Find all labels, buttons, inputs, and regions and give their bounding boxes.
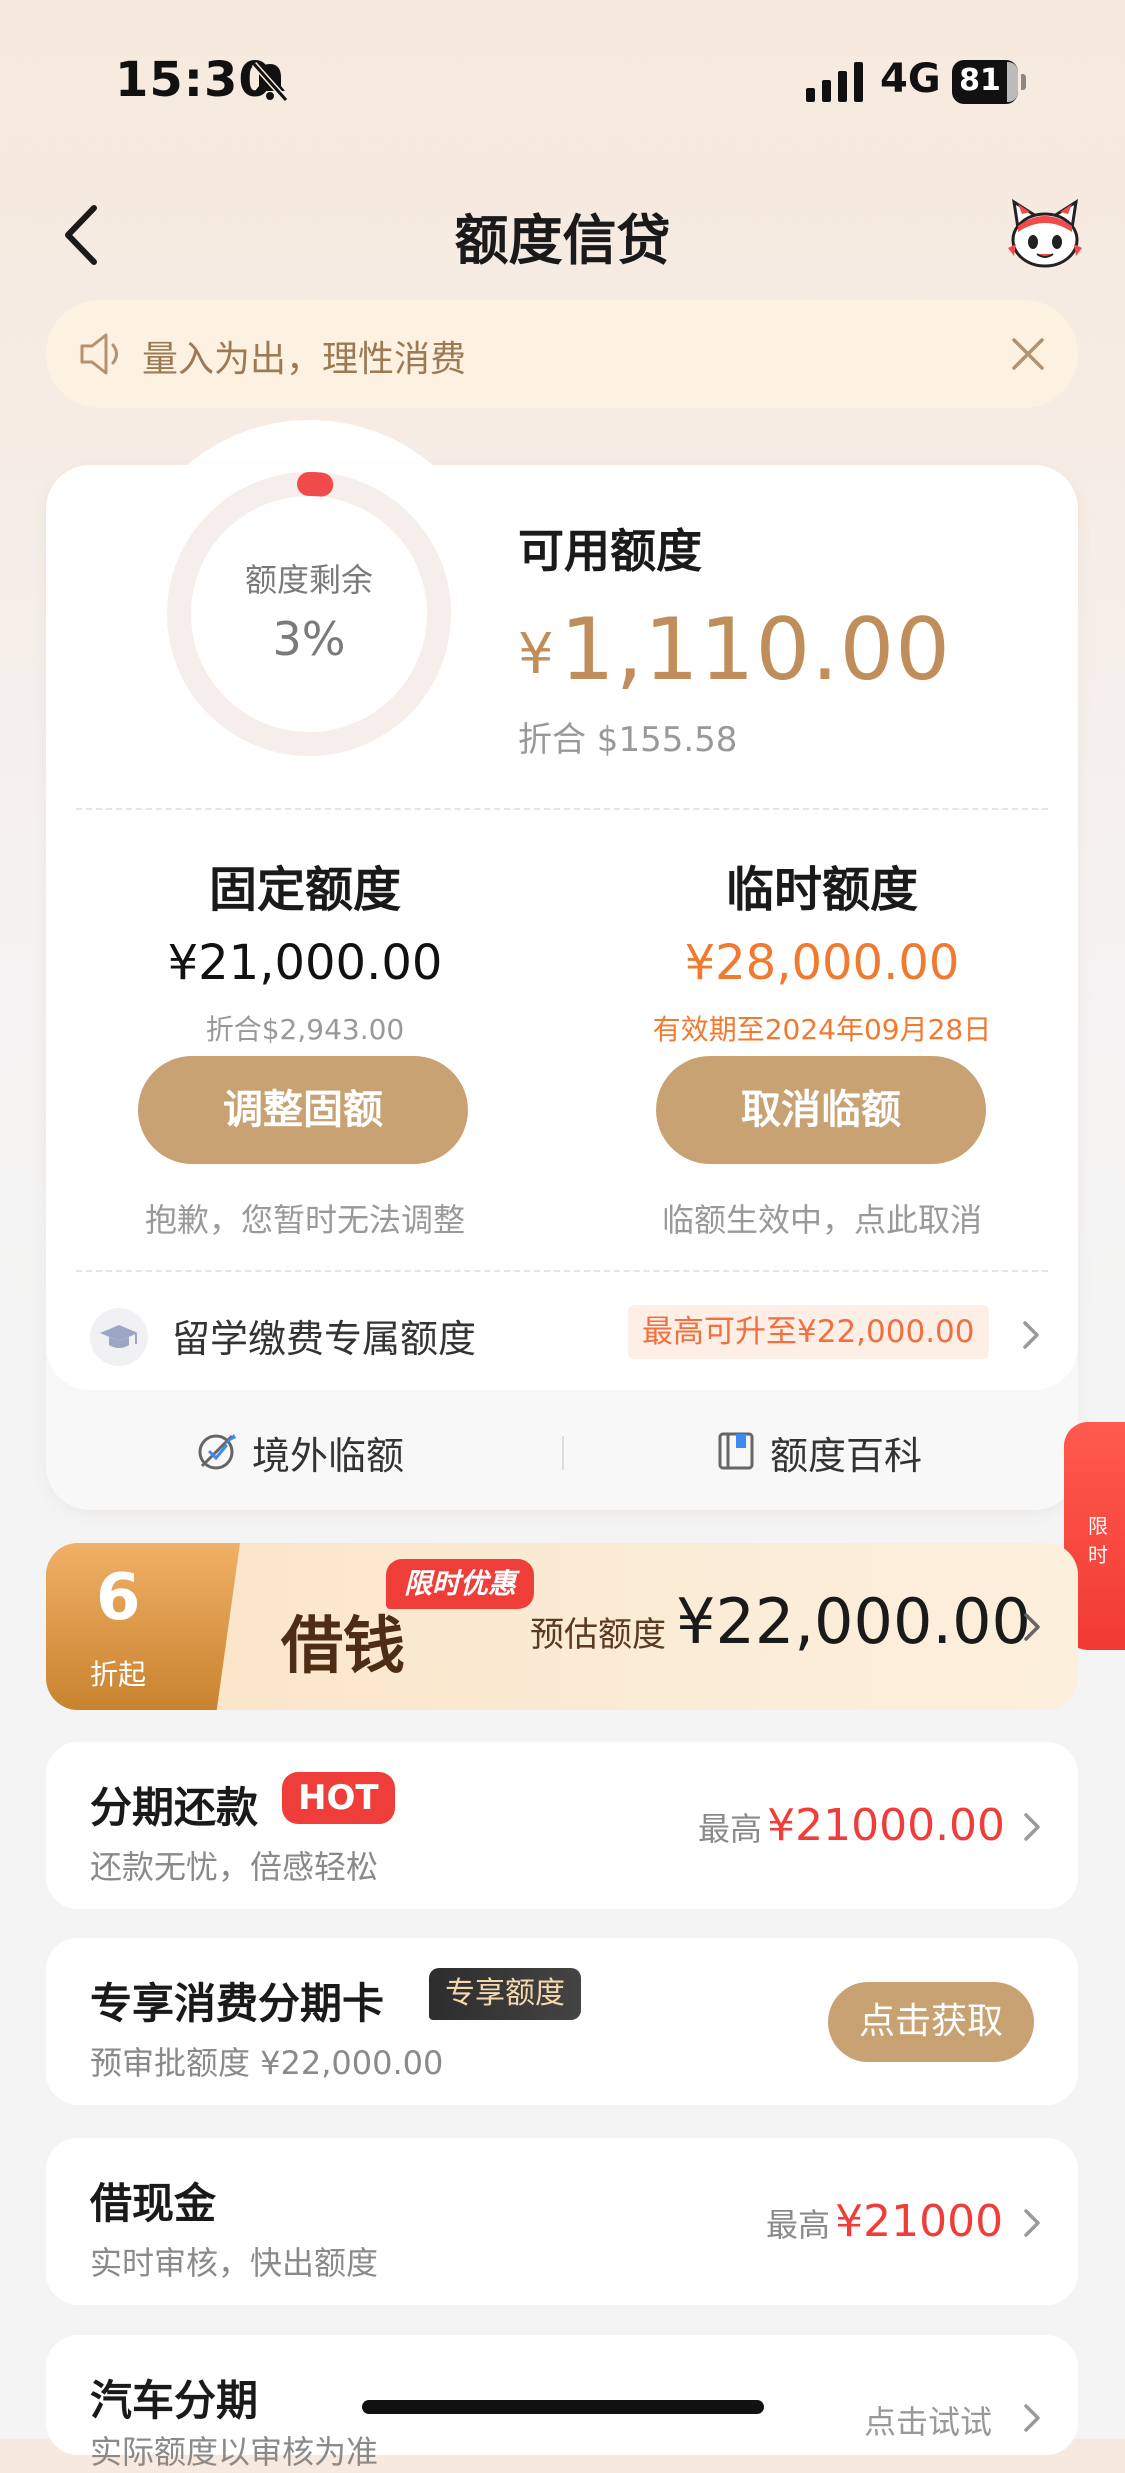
discount-suffix: 折起	[90, 1658, 147, 1691]
available-credit-equivalent: 折合 $155.58	[518, 720, 738, 760]
max-value: ¥21000.00	[767, 1800, 1006, 1851]
fixed-credit-equivalent: 折合$2,943.00	[205, 1013, 405, 1046]
available-credit-label: 可用额度	[518, 524, 702, 578]
product-subtitle: 预审批额度 ¥22,000.00	[90, 2044, 444, 2082]
product-title: 借现金	[90, 2179, 217, 2228]
get-now-button[interactable]: 点击获取	[828, 1982, 1034, 2062]
hot-badge: HOT	[282, 1772, 395, 1824]
temporary-credit-expiry: 有效期至2024年09月28日	[652, 1013, 992, 1046]
notice-bar: 量入为出，理性消费	[46, 300, 1078, 408]
max-amount-group: 最高 ¥21000.00	[698, 1800, 1005, 1851]
battery-level: 81	[959, 63, 1001, 98]
estimate-amount: ¥22,000.00	[676, 1585, 1031, 1658]
product-card-exclusive-installment[interactable]: 专享消费分期卡 专享额度 预审批额度 ¥22,000.00 点击获取	[46, 1938, 1078, 2105]
tab-credit-wiki[interactable]: 额度百科	[770, 1425, 922, 1480]
notice-text: 量入为出，理性消费	[142, 339, 467, 380]
divider	[76, 808, 1048, 810]
fixed-credit-note: 抱歉，您暂时无法调整	[144, 1201, 465, 1239]
product-title: 分期还款	[90, 1783, 259, 1832]
divider	[76, 1270, 1048, 1272]
mascot-icon[interactable]	[1004, 198, 1086, 272]
chevron-right-icon[interactable]	[1021, 1810, 1043, 1844]
temporary-credit-note[interactable]: 临额生效中，点此取消	[602, 1195, 1042, 1241]
chevron-right-icon[interactable]	[1020, 1318, 1042, 1352]
max-label: 最高	[766, 2206, 831, 2244]
available-credit-currency: ¥	[518, 622, 554, 687]
globe-plane-icon	[198, 1434, 236, 1470]
battery-icon: 81	[952, 60, 1028, 104]
tab-divider	[562, 1436, 564, 1470]
graduation-cap-icon	[90, 1308, 148, 1366]
tab-overseas-temporary[interactable]: 境外临额	[252, 1425, 404, 1480]
fixed-credit-amount: ¥21,000.00	[167, 935, 443, 991]
product-card-car-installment[interactable]: 汽车分期 实际额度以审核为准 点击试试	[46, 2335, 1078, 2471]
network-type: 4G	[880, 56, 941, 102]
product-card-installment-repay[interactable]: 分期还款 HOT 还款无忧，倍感轻松 最高 ¥21000.00	[46, 1742, 1078, 1909]
home-indicator[interactable]	[362, 2400, 764, 2414]
chevron-right-icon[interactable]	[1021, 2206, 1043, 2240]
loan-banner[interactable]: 6 折起 借钱 限时优惠 预估额度 ¥22,000.00	[46, 1543, 1078, 1710]
product-subtitle: 还款无忧，倍感轻松	[90, 1848, 379, 1886]
product-subtitle: 实时审核，快出额度	[90, 2244, 379, 2282]
close-icon[interactable]	[1006, 332, 1050, 376]
loan-title: 借钱	[281, 1609, 406, 1682]
product-title: 专享消费分期卡	[90, 1979, 385, 2028]
max-label: 最高	[698, 1810, 763, 1848]
page-title: 额度信贷	[454, 209, 671, 272]
bell-muted-icon	[251, 62, 289, 102]
estimate-label: 预估额度	[530, 1615, 666, 1655]
gauge-label: 额度剩余	[244, 561, 373, 599]
study-abroad-credit-tag: 最高可升至¥22,000.00	[628, 1305, 989, 1359]
exclusive-credit-badge: 专享额度	[429, 1968, 581, 2020]
chevron-right-icon[interactable]	[1021, 1610, 1043, 1644]
signal-icon	[806, 62, 863, 102]
side-promo-text: 限时	[1088, 1514, 1108, 1567]
study-abroad-credit-label[interactable]: 留学缴费专属额度	[172, 1308, 476, 1363]
gauge-value: 3%	[272, 612, 346, 666]
available-credit-amount: 1,110.00	[560, 600, 951, 700]
temporary-credit-title: 临时额度	[725, 862, 918, 918]
product-card-cash-loan[interactable]: 借现金 实时审核，快出额度 最高 ¥21000	[46, 2138, 1078, 2305]
speaker-icon	[80, 333, 118, 375]
max-amount-group: 最高 ¥21000	[766, 2196, 1003, 2247]
fixed-credit-title: 固定额度	[208, 862, 401, 918]
limited-offer-tag: 限时优惠	[386, 1559, 535, 1609]
cancel-temporary-button[interactable]: 取消临额	[656, 1056, 986, 1164]
adjust-fixed-button[interactable]: 调整固额	[138, 1056, 468, 1164]
product-title: 汽车分期	[90, 2376, 259, 2425]
try-it-label[interactable]: 点击试试	[864, 2397, 992, 2443]
max-value: ¥21000	[835, 2196, 1004, 2247]
product-subtitle: 实际额度以审核为准	[90, 2433, 379, 2471]
temporary-credit-amount: ¥28,000.00	[684, 935, 960, 991]
chevron-right-icon[interactable]	[1021, 2401, 1043, 2435]
book-icon	[718, 1432, 754, 1470]
discount-number: 6	[96, 1561, 141, 1635]
